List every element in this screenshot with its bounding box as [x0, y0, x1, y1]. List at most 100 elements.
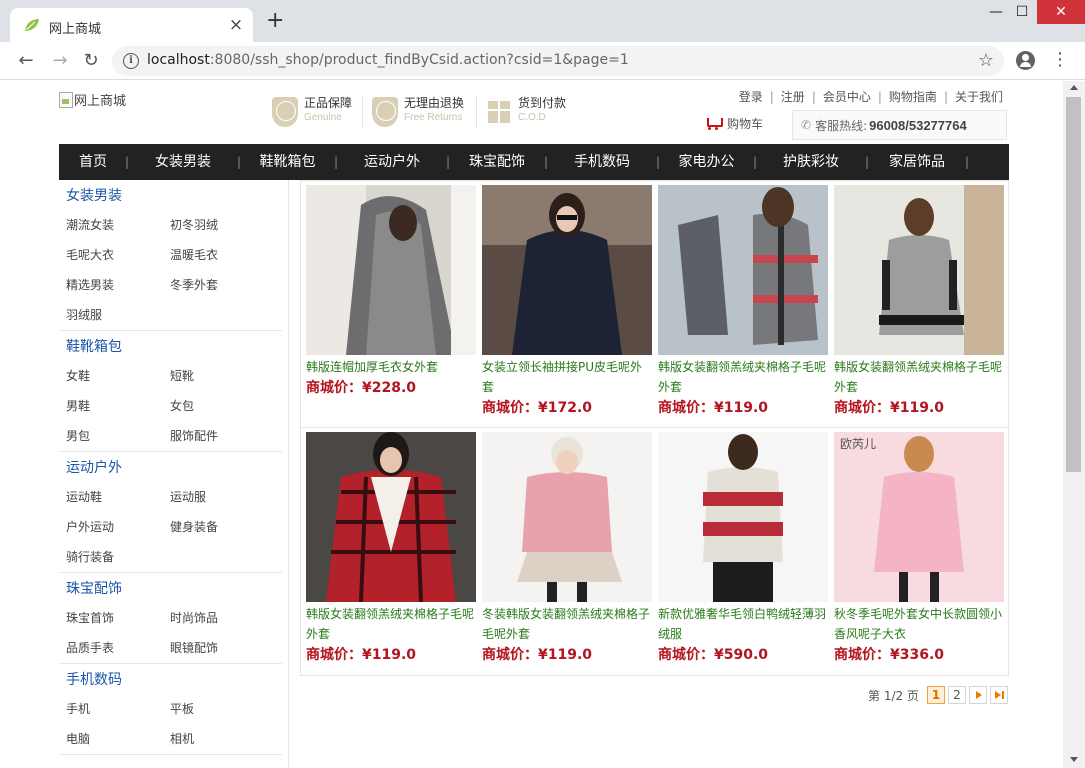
nav-item-shoes-bags[interactable]: 鞋靴箱包 — [239, 144, 338, 180]
subcategory-link[interactable]: 女鞋 — [66, 361, 170, 391]
product-name[interactable]: 冬装韩版女装翻领羔绒夹棉格子毛呢外套 — [482, 604, 654, 644]
page-1-button[interactable]: 1 — [926, 686, 945, 704]
subcategory-link[interactable]: 相机 — [170, 724, 274, 754]
product-image[interactable] — [306, 185, 476, 355]
register-link[interactable]: 注册 — [781, 90, 805, 104]
subcategory-link[interactable]: 男包 — [66, 421, 170, 451]
product-image[interactable] — [306, 432, 476, 602]
nav-item-apparel[interactable]: 女装男装 — [127, 144, 241, 180]
subcategory-link[interactable]: 初冬羽绒 — [170, 210, 274, 240]
category-group: 手机数码 手机 平板 电脑 相机 — [59, 664, 282, 755]
window-close-icon[interactable]: ✕ — [1037, 0, 1085, 24]
bookmark-star-icon[interactable]: ☆ — [978, 50, 994, 71]
category-title[interactable]: 运动户外 — [59, 452, 282, 482]
subcategory-link[interactable]: 女包 — [170, 391, 274, 421]
subcategory-link[interactable]: 精选男装 — [66, 270, 170, 300]
subcategory-link[interactable]: 短靴 — [170, 361, 274, 391]
subcategory-link[interactable]: 时尚饰品 — [170, 603, 274, 633]
scroll-down-arrow-icon[interactable] — [1070, 757, 1078, 762]
nav-item-home-decor[interactable]: 家居饰品 — [867, 144, 969, 180]
shopping-guide-link[interactable]: 购物指南 — [889, 90, 937, 104]
nav-item-sports[interactable]: 运动户外 — [336, 144, 450, 180]
subcategory-link[interactable]: 运动服 — [170, 482, 274, 512]
about-us-link[interactable]: 关于我们 — [955, 90, 1003, 104]
page-scrollbar[interactable] — [1063, 81, 1085, 768]
product-price: 商城价：¥590.0 — [658, 644, 768, 664]
promise-divider — [362, 96, 363, 128]
promise-subtitle: Free Returns — [404, 112, 463, 123]
last-page-icon[interactable] — [989, 686, 1008, 704]
subcategory-link[interactable]: 户外运动 — [66, 512, 170, 542]
site-logo[interactable]: 网上商城 — [59, 90, 126, 109]
back-arrow-icon[interactable]: ← — [15, 50, 37, 72]
product-image[interactable] — [658, 432, 828, 602]
price-value: ¥590.0 — [714, 647, 769, 663]
subcategory-link[interactable]: 服饰配件 — [170, 421, 274, 451]
next-page-icon[interactable] — [968, 686, 987, 704]
category-title[interactable]: 女装男装 — [59, 180, 282, 210]
reload-icon[interactable]: ↻ — [80, 50, 102, 72]
product-image[interactable] — [658, 185, 828, 355]
product-image[interactable] — [834, 185, 1004, 355]
site-info-icon[interactable]: i — [123, 53, 139, 69]
subcategory-link[interactable]: 毛呢大衣 — [66, 240, 170, 270]
product-image[interactable] — [482, 432, 652, 602]
product-name[interactable]: 韩版女装翻领羔绒夹棉格子毛呢外套 — [658, 357, 830, 397]
scroll-thumb[interactable] — [1066, 97, 1081, 472]
subcategory-link[interactable]: 眼镜配饰 — [170, 633, 274, 663]
customer-hotline: ✆ 客服热线: 96008/53277764 — [792, 110, 1007, 140]
subcategory-link[interactable]: 电脑 — [66, 724, 170, 754]
scroll-up-arrow-icon[interactable] — [1070, 85, 1078, 90]
login-link[interactable]: 登录 — [739, 90, 763, 104]
category-title[interactable]: 手机数码 — [59, 664, 282, 694]
product-name[interactable]: 新款优雅奢华毛领白鸭绒轻薄羽绒服 — [658, 604, 830, 644]
product-image[interactable]: 欧芮儿 — [834, 432, 1004, 602]
url-host: localhost — [147, 52, 210, 68]
subcategory-link[interactable]: 手机 — [66, 694, 170, 724]
forward-arrow-icon[interactable]: → — [49, 50, 71, 72]
price-value: ¥119.0 — [538, 647, 593, 663]
product-grid: 韩版连帽加厚毛衣女外套 商城价：¥228.0 女装立领长袖拼接PU皮毛呢外套 商… — [300, 180, 1009, 676]
product-name[interactable]: 韩版女装翻领羔绒夹棉格子毛呢外套 — [306, 604, 478, 644]
category-title[interactable]: 珠宝配饰 — [59, 573, 282, 603]
phone-icon: ✆ — [801, 118, 812, 132]
shopping-cart-icon — [704, 117, 723, 131]
address-bar[interactable]: i localhost:8080/ssh_shop/product_findBy… — [112, 46, 1004, 76]
pagination: 第 1/2 页 1 2 — [868, 686, 1008, 704]
subcategory-link[interactable]: 羽绒服 — [66, 300, 170, 330]
nav-item-home[interactable]: 首页 — [59, 144, 129, 180]
nav-item-appliances[interactable]: 家电办公 — [658, 144, 757, 180]
cart-link[interactable]: 购物车 — [704, 115, 763, 132]
nav-item-cosmetics[interactable]: 护肤彩妆 — [755, 144, 869, 180]
profile-avatar-icon[interactable] — [1016, 51, 1035, 70]
browser-menu-icon[interactable]: ⋮ — [1051, 49, 1069, 71]
promise-title: 正品保障 — [304, 96, 353, 110]
browser-tab[interactable]: 网上商城 × — [10, 8, 253, 42]
product-name[interactable]: 韩版连帽加厚毛衣女外套 — [306, 357, 478, 377]
product-name[interactable]: 韩版女装翻领羔绒夹棉格子毛呢外套 — [834, 357, 1006, 397]
category-title[interactable]: 鞋靴箱包 — [59, 331, 282, 361]
subcategory-link[interactable]: 骑行装备 — [66, 542, 170, 572]
category-group: 珠宝配饰 珠宝首饰 时尚饰品 品质手表 眼镜配饰 — [59, 573, 282, 664]
subcategory-link[interactable]: 品质手表 — [66, 633, 170, 663]
subcategory-link[interactable]: 珠宝首饰 — [66, 603, 170, 633]
subcategory-link[interactable]: 冬季外套 — [170, 270, 274, 300]
subcategory-link[interactable]: 运动鞋 — [66, 482, 170, 512]
broken-image-icon — [59, 91, 73, 108]
subcategory-link[interactable]: 平板 — [170, 694, 274, 724]
subcategory-link[interactable]: 潮流女装 — [66, 210, 170, 240]
product-image[interactable] — [482, 185, 652, 355]
new-tab-plus-icon[interactable]: + — [266, 10, 284, 32]
nav-item-digital[interactable]: 手机数码 — [546, 144, 660, 180]
page-2-button[interactable]: 2 — [947, 686, 966, 704]
member-center-link[interactable]: 会员中心 — [823, 90, 871, 104]
subcategory-link[interactable]: 男鞋 — [66, 391, 170, 421]
subcategory-link[interactable]: 温暖毛衣 — [170, 240, 274, 270]
url-text[interactable]: localhost:8080/ssh_shop/product_findByCs… — [147, 52, 629, 68]
product-name[interactable]: 秋冬季毛呢外套女中长款圆领小香风呢子大衣 — [834, 604, 1006, 644]
product-name[interactable]: 女装立领长袖拼接PU皮毛呢外套 — [482, 357, 654, 397]
product-price: 商城价：¥119.0 — [658, 397, 768, 417]
tab-close-icon[interactable]: × — [227, 16, 245, 34]
nav-item-jewelry[interactable]: 珠宝配饰 — [448, 144, 548, 180]
subcategory-link[interactable]: 健身装备 — [170, 512, 274, 542]
